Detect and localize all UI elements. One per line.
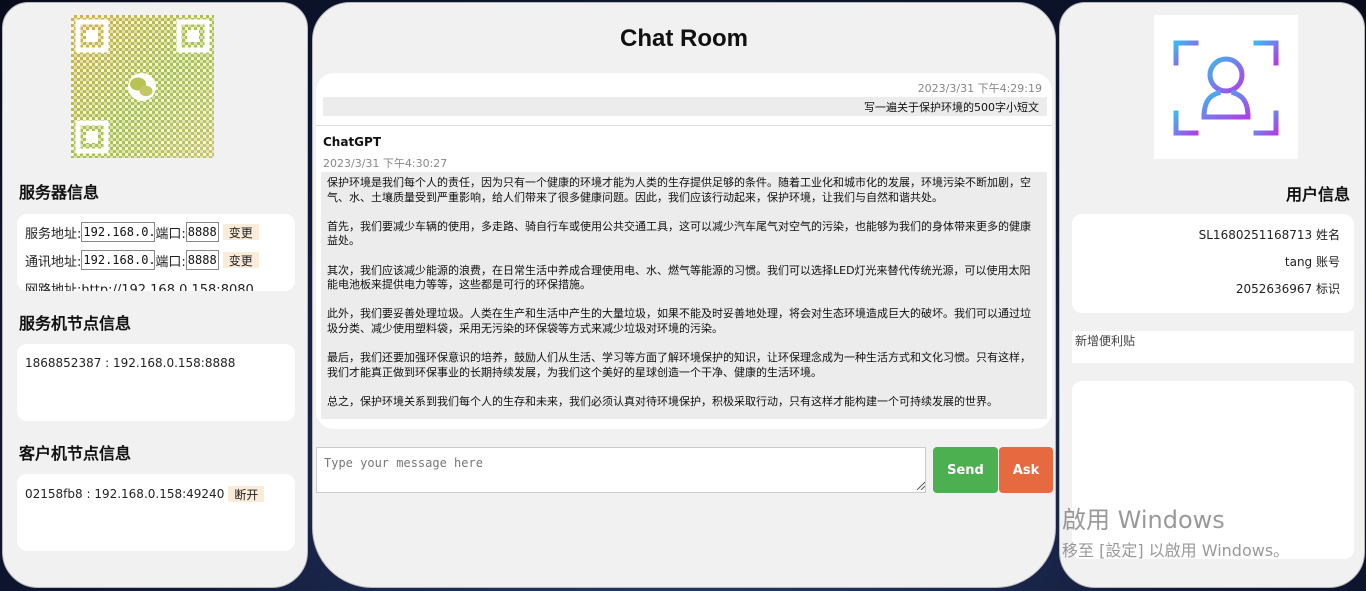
bot-paragraph: 此外，我们要妥善处理垃圾。人类在生产和生活中产生的大量垃圾，如果不能及时妥善地处… bbox=[327, 307, 1031, 335]
chat-messages-area[interactable]: 2023/3/31 下午4:29:19 写一遍关于保护环境的500字小短文 Ch… bbox=[316, 73, 1052, 429]
message-input[interactable] bbox=[316, 447, 926, 493]
server-port-input[interactable] bbox=[185, 222, 219, 242]
bot-paragraph: 保护环境是我们每个人的责任，因为只有一个健康的环境才能为人类的生存提供足够的条件… bbox=[327, 176, 1031, 204]
ask-button[interactable]: Ask bbox=[999, 447, 1053, 493]
server-nodes-title: 服务机节点信息 bbox=[19, 314, 132, 333]
user-name-row: SL1680251168713 姓名 bbox=[1198, 228, 1340, 242]
user-id-row: 2052636967 标识 bbox=[1235, 282, 1340, 296]
server-info-box: 服务地址: 端口: 变更 通讯地址: 端口: 变更 网路地址:http://19… bbox=[17, 214, 295, 291]
web-address-text: 网路地址:http://192.168.0.158:8080 bbox=[25, 282, 254, 292]
client-nodes-title: 客户机节点信息 bbox=[19, 444, 132, 463]
bot-paragraph: 总之，保护环境关系到我们每个人的生存和未来，我们必须认真对待环境保护，积极采取行… bbox=[327, 394, 998, 408]
bot-message-bubble: 保护环境是我们每个人的责任，因为只有一个健康的环境才能为人类的生存提供足够的条件… bbox=[321, 172, 1047, 419]
server-node-entry: 1868852387 : 192.168.0.158:8888 bbox=[25, 356, 236, 370]
server-port-label: 端口: bbox=[155, 226, 186, 242]
bot-message-time: 2023/3/31 下午4:30:27 bbox=[323, 157, 448, 170]
user-info-title: 用户信息 bbox=[1285, 185, 1350, 204]
user-avatar-icon bbox=[1173, 40, 1279, 136]
client-node-row: 02158fb8 : 192.168.0.158:49240 断开 bbox=[25, 486, 265, 502]
chat-room-title: Chat Room bbox=[620, 25, 748, 52]
wechat-qr-code bbox=[71, 15, 214, 158]
user-message-bubble: 写一遍关于保护环境的500字小短文 bbox=[323, 97, 1047, 116]
server-address-input[interactable] bbox=[81, 222, 156, 242]
message-divider bbox=[316, 125, 1052, 126]
comm-change-button[interactable]: 变更 bbox=[222, 252, 259, 268]
left-panel: 服务器信息 服务地址: 端口: 变更 通讯地址: 端口: 变更 网路地址:htt… bbox=[2, 2, 308, 588]
bot-paragraph: 其次，我们应该减少能源的浪费，在日常生活中养成合理使用电、水、燃气等能源的习惯。… bbox=[327, 263, 1031, 292]
bot-name: ChatGPT bbox=[323, 135, 382, 149]
client-nodes-box: 02158fb8 : 192.168.0.158:49240 断开 bbox=[17, 474, 295, 551]
server-address-label: 服务地址: bbox=[25, 226, 82, 242]
user-info-box: SL1680251168713 姓名 tang 账号 2052636967 标识 bbox=[1072, 214, 1354, 313]
note-input[interactable] bbox=[1072, 331, 1354, 363]
comm-port-label: 端口: bbox=[155, 254, 186, 270]
comm-address-label: 通讯地址: bbox=[25, 254, 82, 270]
server-info-title: 服务器信息 bbox=[19, 183, 100, 202]
comm-address-input[interactable] bbox=[81, 250, 156, 270]
bot-paragraph: 最后，我们还要加强环保意识的培养，鼓励人们从生活、学习等方面了解环境保护的知识，… bbox=[327, 351, 1031, 379]
bot-paragraph: 首先，我们要减少车辆的使用，多走路、骑自行车或使用公共交通工具，这可以减少汽车尾… bbox=[327, 219, 1031, 248]
chat-panel: Chat Room 2023/3/31 下午4:29:19 写一遍关于保护环境的… bbox=[312, 2, 1056, 588]
comm-port-input[interactable] bbox=[185, 250, 219, 270]
notes-area[interactable] bbox=[1072, 381, 1354, 559]
comm-address-row: 通讯地址: 端口: 变更 bbox=[25, 250, 259, 270]
user-message-time: 2023/3/31 下午4:29:19 bbox=[917, 82, 1042, 95]
client-node-entry: 02158fb8 : 192.168.0.158:49240 bbox=[25, 487, 225, 501]
server-nodes-box: 1868852387 : 192.168.0.158:8888 bbox=[17, 344, 295, 421]
right-panel: 用户信息 SL1680251168713 姓名 tang 账号 20526369… bbox=[1059, 2, 1365, 588]
user-account-row: tang 账号 bbox=[1284, 255, 1340, 269]
server-change-button[interactable]: 变更 bbox=[222, 224, 259, 240]
disconnect-button[interactable]: 断开 bbox=[228, 486, 265, 502]
resize-handle-icon[interactable] bbox=[916, 481, 925, 490]
server-address-row: 服务地址: 端口: 变更 bbox=[25, 222, 259, 242]
send-button[interactable]: Send bbox=[933, 447, 998, 493]
avatar bbox=[1154, 15, 1298, 159]
